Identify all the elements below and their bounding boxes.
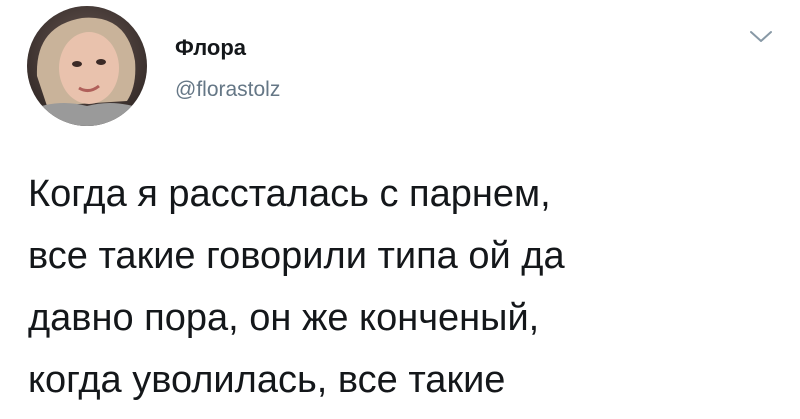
- user-handle[interactable]: @florastolz: [175, 78, 280, 102]
- user-avatar-photo-icon: [27, 6, 147, 126]
- tweet-text: Когда я рассталась с парнем, все такие г…: [28, 173, 565, 401]
- display-name[interactable]: Флора: [175, 35, 246, 61]
- tweet-card: Флора @florastolz Когда я рассталась с п…: [0, 0, 800, 419]
- avatar[interactable]: [27, 6, 147, 126]
- chevron-down-icon[interactable]: [748, 28, 774, 46]
